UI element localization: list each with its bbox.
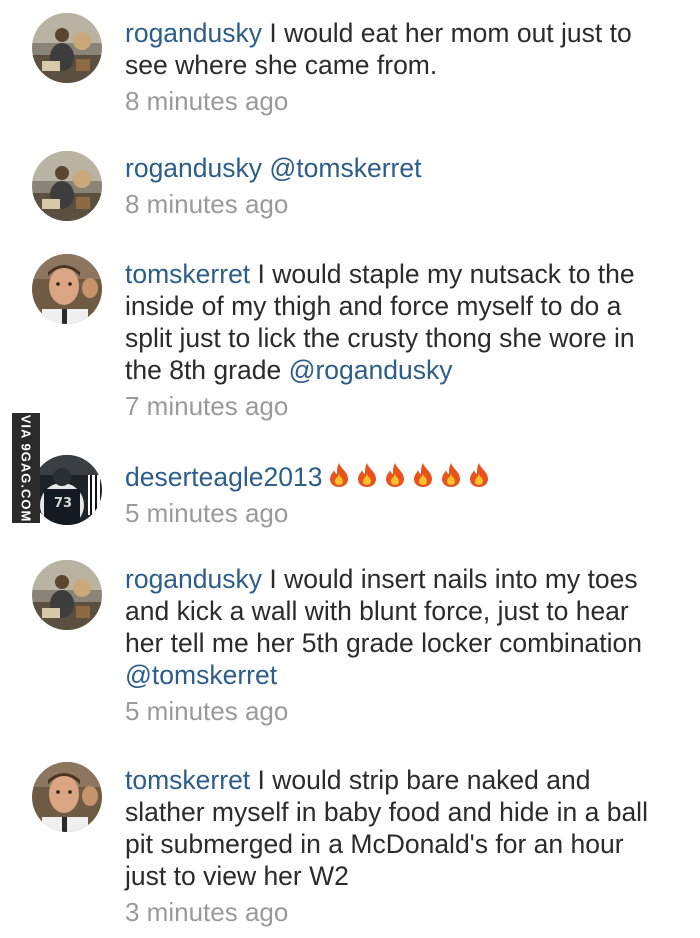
comment-body: rogandusky I would eat her mom out just … [125,17,665,117]
avatar-image [32,762,102,832]
comment-body: rogandusky @tomskerret 8 minutes ago [125,152,665,220]
username-link[interactable]: deserteagle2013 [125,462,322,492]
comment-content: rogandusky I would eat her mom out just … [125,17,665,81]
username-link[interactable]: rogandusky [125,564,262,594]
comment-content: rogandusky @tomskerret [125,152,665,184]
comment-timestamp: 8 minutes ago [125,86,289,116]
svg-text:73: 73 [54,496,72,511]
mention-link[interactable]: @tomskerret [269,153,421,183]
avatar-deserteagle2013[interactable]: 73 [32,455,102,525]
avatar-rogandusky[interactable] [32,560,102,630]
avatar-tomskerret[interactable] [32,762,102,832]
mention-link[interactable]: @tomskerret [125,660,277,690]
watermark-text: VIA 9GAG.COM [18,414,34,522]
fire-icon [386,463,405,487]
comment-timestamp: 5 minutes ago [125,696,289,726]
username-link[interactable]: rogandusky [125,153,262,183]
avatar-image [32,151,102,221]
fire-icon [330,463,349,487]
mention-link[interactable]: @rogandusky [289,355,453,385]
fire-icon [414,463,433,487]
comment-content: deserteagle2013 [125,461,665,493]
comment-body: rogandusky I would insert nails into my … [125,563,665,727]
comment-timestamp: 3 minutes ago [125,897,289,927]
avatar-tomskerret[interactable] [32,254,102,324]
avatar-image [32,254,102,324]
avatar-rogandusky[interactable] [32,13,102,83]
comment-content: tomskerret I would staple my nutsack to … [125,258,665,386]
comment-content: tomskerret I would strip bare naked and … [125,764,665,892]
username-link[interactable]: rogandusky [125,18,262,48]
comment-list: rogandusky I would eat her mom out just … [0,0,700,938]
fire-icon [442,463,461,487]
comment-timestamp: 8 minutes ago [125,189,289,219]
username-link[interactable]: tomskerret [125,259,250,289]
watermark-badge: VIA 9GAG.COM [12,413,40,523]
fire-emoji-row [322,462,490,492]
avatar-rogandusky[interactable] [32,151,102,221]
username-link[interactable]: tomskerret [125,765,250,795]
comment-content: rogandusky I would insert nails into my … [125,563,665,691]
fire-icon [358,463,377,487]
comment-body: tomskerret I would strip bare naked and … [125,764,665,928]
comment-body: tomskerret I would staple my nutsack to … [125,258,665,422]
comment-timestamp: 7 minutes ago [125,391,289,421]
avatar-image [32,13,102,83]
comment-timestamp: 5 minutes ago [125,498,289,528]
avatar-image: 73 [32,455,102,525]
comment-body: deserteagle2013 5 minutes ago [125,461,665,529]
fire-icon [470,463,489,487]
avatar-image [32,560,102,630]
